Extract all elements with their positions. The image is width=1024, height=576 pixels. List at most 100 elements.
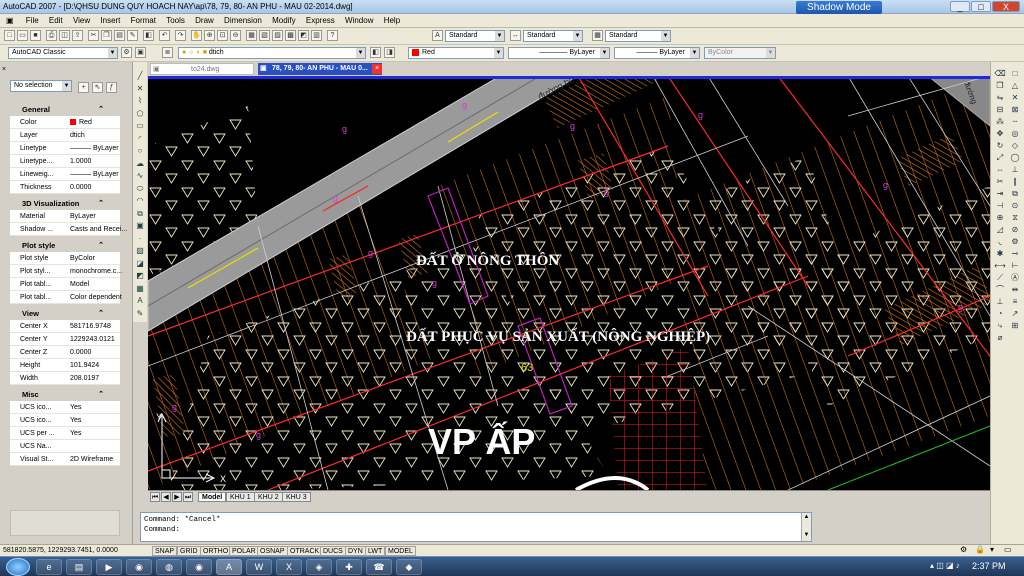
property-row[interactable]: UCS per ... Yes (10, 427, 120, 440)
osnap-nearest-icon[interactable]: ⧖ (1009, 212, 1021, 224)
property-value[interactable]: 581716.9748 (70, 320, 130, 333)
taskbar-ie-icon[interactable]: e (36, 559, 62, 575)
property-value[interactable]: Color dependent (70, 291, 130, 304)
extend-icon[interactable]: ⇥ (994, 188, 1006, 200)
insert-block-icon[interactable]: ⧉ (134, 208, 146, 220)
property-value[interactable]: Yes (70, 427, 130, 440)
save-icon[interactable]: ■ (30, 30, 41, 41)
collapse-icon[interactable]: ⌃ (98, 239, 104, 252)
stretch-icon[interactable]: ⇔ (994, 164, 1006, 176)
redo-icon[interactable]: ↷ (175, 30, 186, 41)
jogged-icon[interactable]: ⤷ (994, 320, 1006, 332)
revcloud-icon[interactable]: ☁ (134, 158, 146, 170)
taskbar-app-icon[interactable]: ◈ (306, 559, 332, 575)
copy-icon[interactable]: ❐ (994, 80, 1006, 92)
toggle-ducs[interactable]: DUCS (320, 546, 346, 556)
property-row[interactable]: UCS ico... Yes (10, 414, 120, 427)
property-row[interactable]: Lineweig... ——— ByLayer (10, 168, 120, 181)
ordinate-icon[interactable]: ⊥ (994, 296, 1006, 308)
close-icon[interactable]: × (2, 66, 9, 73)
block-editor-icon[interactable]: ◧ (143, 30, 154, 41)
doc-tab-inactive[interactable]: ▣ to24.dwg (150, 63, 254, 75)
toggle-dyn[interactable]: DYN (345, 546, 366, 556)
clock[interactable]: 2:37 PM (972, 561, 1006, 571)
maximize-button[interactable]: □ (971, 1, 991, 12)
property-row[interactable]: Center Z 0.0000 (10, 346, 120, 359)
tolerance-icon[interactable]: ⊞ (1009, 320, 1021, 332)
collapse-icon[interactable]: ⌃ (98, 388, 104, 401)
collapse-icon[interactable]: ⌃ (98, 307, 104, 320)
quickcalc-icon[interactable]: ▥ (311, 30, 322, 41)
property-value[interactable]: 0.0000 (70, 346, 130, 359)
property-value[interactable]: 2D Wireframe (70, 453, 130, 466)
aligned-dim-icon[interactable]: ⟋ (994, 272, 1006, 284)
construction-line-icon[interactable]: ✕ (134, 83, 146, 95)
property-value[interactable]: 101.9424 (70, 359, 130, 372)
tab-model[interactable]: Model (198, 492, 227, 502)
property-row[interactable]: Layer dtich (10, 129, 120, 142)
section-header-plot-style[interactable]: Plot style ⌃ (10, 239, 120, 252)
property-value[interactable]: 1229243.0121 (70, 333, 130, 346)
property-value[interactable]: ——— ByLayer (70, 142, 130, 155)
osnap-endpoint-icon[interactable]: □ (1009, 68, 1021, 80)
property-value[interactable]: Model (70, 278, 130, 291)
section-header-3d-visualization[interactable]: 3D Visualization ⌃ (10, 197, 120, 210)
lock-icon[interactable]: 🔒 (975, 545, 985, 554)
workspace-settings-icon[interactable]: ⚙ (121, 47, 132, 58)
menu-insert[interactable]: Insert (96, 14, 124, 28)
osnap-node-icon[interactable]: ⊙ (1009, 200, 1021, 212)
polygon-icon[interactable]: ⬠ (134, 108, 146, 120)
zoom-previous-icon[interactable]: ⊖ (230, 30, 241, 41)
osnap-none-icon[interactable]: ⊘ (1009, 224, 1021, 236)
zoom-realtime-icon[interactable]: ⊕ (204, 30, 215, 41)
menu-express[interactable]: Express (302, 14, 339, 28)
properties-icon[interactable]: ▦ (246, 30, 257, 41)
zoom-window-icon[interactable]: ⊡ (217, 30, 228, 41)
property-value[interactable]: monochrome.c... (70, 265, 130, 278)
menu-tools[interactable]: Tools (162, 14, 189, 28)
property-value[interactable]: ByColor (70, 252, 130, 265)
preview-icon[interactable]: ◫ (59, 30, 70, 41)
property-row[interactable]: Material ByLayer (10, 210, 120, 223)
property-value[interactable]: Red (70, 116, 130, 129)
property-row[interactable]: Center Y 1229243.0121 (10, 333, 120, 346)
app-menu-icon[interactable]: ▣ (0, 14, 20, 28)
tray-settings-icon[interactable]: ⚙ (960, 545, 967, 554)
property-row[interactable]: Height 101.9424 (10, 359, 120, 372)
menu-modify[interactable]: Modify (268, 14, 300, 28)
trim-icon[interactable]: ✂ (994, 176, 1006, 188)
property-value[interactable]: ByLayer (70, 210, 130, 223)
qdim-icon[interactable]: ≡ (1009, 296, 1021, 308)
arc-length-icon[interactable]: ⌒ (994, 284, 1006, 296)
leader-icon[interactable]: ↗ (1009, 308, 1021, 320)
tool-palettes-icon[interactable]: ▨ (272, 30, 283, 41)
chamfer-icon[interactable]: ◿ (994, 224, 1006, 236)
osnap-midpoint-icon[interactable]: △ (1009, 80, 1021, 92)
tracking-icon[interactable]: ⊸ (1009, 248, 1021, 260)
taskbar-app-icon[interactable]: ◍ (156, 559, 182, 575)
table-style-select[interactable]: Standard ▼ (605, 30, 671, 42)
osnap-center-icon[interactable]: ◎ (1009, 128, 1021, 140)
property-row[interactable]: Thickness 0.0000 (10, 181, 120, 194)
command-scrollbar[interactable]: ▲ ▼ (801, 513, 811, 541)
section-header-misc[interactable]: Misc ⌃ (10, 388, 120, 401)
command-window[interactable]: Command: *Cancel* Command: ▲ ▼ (140, 512, 812, 542)
section-header-general[interactable]: General ⌃ (10, 103, 120, 116)
property-row[interactable]: Plot tabl... Color dependent (10, 291, 122, 304)
osnap-perpendicular-icon[interactable]: ⊥ (1009, 164, 1021, 176)
ellipse-icon[interactable]: ⬭ (134, 183, 146, 195)
close-icon[interactable]: × (372, 64, 382, 74)
offset-icon[interactable]: ⊟ (994, 104, 1006, 116)
diameter-icon[interactable]: ⌀ (994, 332, 1006, 344)
hatch-icon[interactable]: ▨ (134, 245, 146, 257)
property-value[interactable]: dtich (70, 129, 130, 142)
paste-icon[interactable]: ▤ (114, 30, 125, 41)
toggle-otrack[interactable]: OTRACK (287, 546, 323, 556)
radius-icon[interactable]: ◔ (994, 308, 1006, 320)
taskbar-folder-icon[interactable]: ▤ (66, 559, 92, 575)
tab-khu-3[interactable]: KHU 3 (282, 492, 311, 502)
workspace-select[interactable]: AutoCAD Classic ▼ (8, 47, 118, 59)
status-menu-icon[interactable]: ▾ (990, 545, 994, 554)
erase-icon[interactable]: ✎ (134, 308, 146, 320)
table-icon[interactable]: ▦ (134, 283, 146, 295)
